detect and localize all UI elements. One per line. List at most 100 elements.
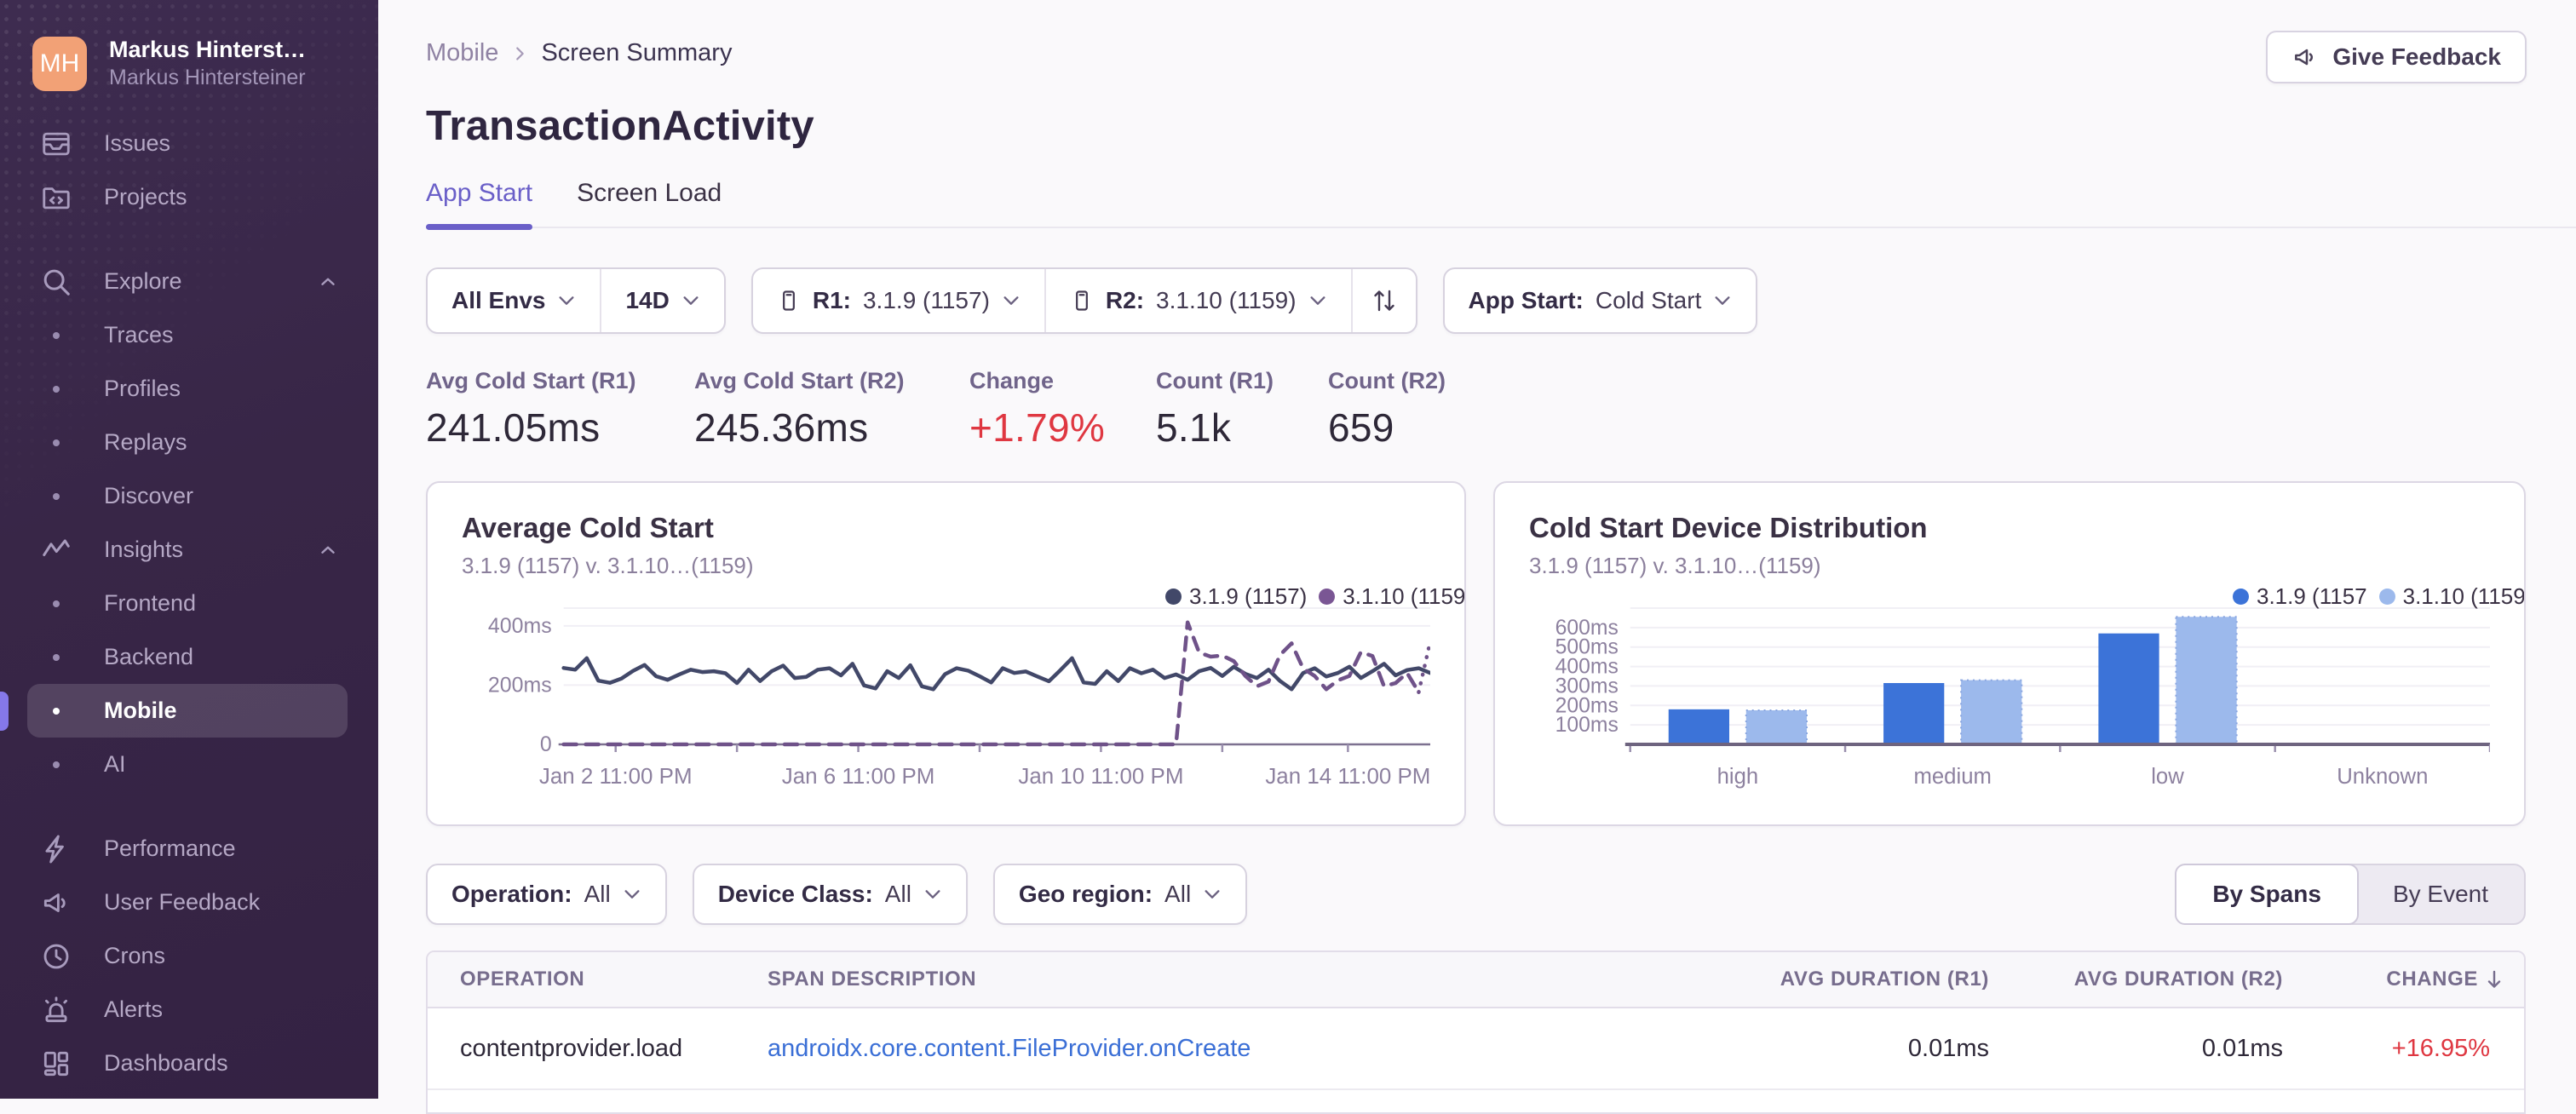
chevron-down-icon bbox=[1203, 888, 1222, 900]
sidebar-item-performance[interactable]: Performance bbox=[27, 822, 348, 876]
svg-text:0: 0 bbox=[540, 732, 552, 756]
cell-operation: contentprovider.load bbox=[460, 1034, 683, 1062]
sidebar-item-crons[interactable]: Crons bbox=[27, 929, 348, 983]
bar-chart[interactable]: 600ms500ms400ms300ms200ms100mshigh medium… bbox=[1529, 601, 2490, 814]
inbox-icon bbox=[39, 127, 73, 161]
legend-label: 3.1.10 (1159 bbox=[1343, 583, 1466, 609]
env-filter[interactable]: All Envs bbox=[428, 269, 600, 332]
col-change-label: CHANGE bbox=[2386, 968, 2478, 991]
operation-filter[interactable]: Operation: All bbox=[428, 865, 665, 923]
svg-text:medium: medium bbox=[1913, 765, 1991, 789]
user-menu[interactable]: MH Markus Hinterst… Markus Hintersteiner bbox=[0, 0, 378, 117]
svg-text:200ms: 200ms bbox=[488, 673, 552, 697]
sidebar-item-mobile[interactable]: Mobile bbox=[27, 684, 348, 738]
svg-text:Unknown: Unknown bbox=[2337, 765, 2428, 789]
sidebar-item-discover[interactable]: Discover bbox=[27, 469, 348, 523]
sidebar-item-label: Mobile bbox=[104, 698, 177, 723]
sidebar-item-issues[interactable]: Issues bbox=[27, 117, 348, 170]
tab-app-start[interactable]: App Start bbox=[426, 179, 533, 230]
toggle-by-event[interactable]: By Event bbox=[2357, 865, 2524, 923]
swap-arrows-icon bbox=[1373, 290, 1394, 312]
sidebar-item-label: Explore bbox=[104, 268, 182, 294]
chart-subtitle: 3.1.9 (1157) v. 3.1.10…(1159) bbox=[462, 553, 754, 578]
app-start-type-filter[interactable]: App Start: Cold Start bbox=[1445, 269, 1757, 332]
device-class-filter[interactable]: Device Class: All bbox=[694, 865, 966, 923]
table-row: contentprovider.load androidx.core.conten… bbox=[428, 1008, 2524, 1088]
metric-value: 241.05ms bbox=[426, 405, 601, 450]
sidebar-item-label: User Feedback bbox=[104, 889, 261, 915]
bullet-icon bbox=[39, 439, 73, 446]
swap-releases-button[interactable] bbox=[1350, 269, 1416, 332]
line-chart[interactable]: 400ms 200ms 0 Jan 2 11:00 PM Jan 6 11:00 PM J… bbox=[462, 601, 1430, 814]
sidebar-item-frontend[interactable]: Frontend bbox=[27, 577, 348, 630]
table-row-partial bbox=[428, 1088, 2524, 1112]
sidebar-item-dashboards[interactable]: Dashboards bbox=[27, 1036, 348, 1090]
main-content: Mobile Screen Summary Give Feedback Tran… bbox=[378, 0, 2576, 1114]
col-avg-duration-r1[interactable]: AVG DURATION (R1) bbox=[1742, 968, 2023, 991]
tab-screen-load[interactable]: Screen Load bbox=[577, 179, 722, 227]
col-span-description[interactable]: SPAN DESCRIPTION bbox=[735, 968, 1742, 991]
col-change[interactable]: CHANGE bbox=[2317, 968, 2524, 991]
sidebar-item-label: Alerts bbox=[104, 996, 164, 1022]
lightning-icon bbox=[39, 832, 73, 866]
legend-item[interactable]: 3.1.9 (1157 bbox=[2233, 583, 2367, 610]
metric-change: Change +1.79% bbox=[969, 368, 1156, 451]
bullet-icon bbox=[39, 493, 73, 500]
geo-region-filter[interactable]: Geo region: All bbox=[995, 865, 1245, 923]
metric-count-r2-: Count (R2) 659 bbox=[1328, 368, 1446, 451]
table-header: OPERATION SPAN DESCRIPTION AVG DURATION … bbox=[428, 952, 2524, 1008]
legend-label: 3.1.10 (1159 bbox=[2402, 583, 2526, 609]
release1-filter[interactable]: R1: 3.1.9 (1157) bbox=[753, 269, 1044, 332]
chevron-up-icon bbox=[317, 271, 339, 293]
geo-region-filter-value: All bbox=[1164, 881, 1192, 907]
sidebar-item-releases[interactable]: Releases bbox=[27, 1090, 348, 1099]
svg-text:Jan 2 11:00 PM: Jan 2 11:00 PM bbox=[539, 763, 693, 789]
sidebar-item-label: Traces bbox=[104, 322, 174, 347]
chevron-down-icon bbox=[623, 888, 641, 900]
metric-avg-cold-start-r1-: Avg Cold Start (R1) 241.05ms bbox=[426, 368, 694, 451]
sidebar-item-profiles[interactable]: Profiles bbox=[27, 362, 348, 416]
legend-label: 3.1.9 (1157) bbox=[1189, 583, 1308, 609]
chevron-down-icon bbox=[681, 295, 700, 307]
tab-bar: App Start Screen Load bbox=[426, 179, 2576, 230]
chevron-down-icon bbox=[1002, 295, 1021, 307]
release2-value: 3.1.10 (1159) bbox=[1156, 287, 1297, 313]
megaphone-icon bbox=[39, 886, 73, 920]
sidebar-item-traces[interactable]: Traces bbox=[27, 308, 348, 362]
sidebar-item-user-feedback[interactable]: User Feedback bbox=[27, 876, 348, 929]
col-avg-duration-r2[interactable]: AVG DURATION (R2) bbox=[2023, 968, 2317, 991]
folder-code-icon bbox=[39, 181, 73, 215]
sidebar-item-projects[interactable]: Projects bbox=[27, 170, 348, 224]
cell-avg-duration-r1: 0.01ms bbox=[1907, 1034, 1989, 1062]
sidebar-item-insights[interactable]: Insights bbox=[27, 523, 348, 577]
sidebar-item-label: Dashboards bbox=[104, 1050, 228, 1076]
device-class-filter-label: Device Class: bbox=[717, 881, 873, 907]
sidebar-item-ai[interactable]: AI bbox=[27, 738, 348, 791]
legend-item[interactable]: 3.1.9 (1157) bbox=[1165, 583, 1307, 610]
filter-bar-bottom: Operation: All Device Class: All Geo reg… bbox=[426, 864, 2526, 925]
svg-text:Jan 10 11:00 PM: Jan 10 11:00 PM bbox=[1018, 763, 1183, 789]
date-range-filter[interactable]: 14D bbox=[600, 269, 723, 332]
breadcrumb-mobile[interactable]: Mobile bbox=[426, 39, 498, 67]
cell-span-description[interactable]: androidx.core.content.FileProvider.onCre… bbox=[735, 1035, 1742, 1063]
legend-item[interactable]: 3.1.10 (1159 bbox=[1319, 583, 1466, 610]
legend-dot-icon bbox=[2378, 589, 2395, 605]
sidebar-item-label: Replays bbox=[104, 429, 187, 455]
bullet-icon bbox=[39, 386, 73, 393]
breadcrumb: Mobile Screen Summary bbox=[426, 31, 732, 67]
bullet-icon bbox=[39, 332, 73, 339]
sidebar-item-backend[interactable]: Backend bbox=[27, 630, 348, 684]
sidebar-item-replays[interactable]: Replays bbox=[27, 416, 348, 469]
sidebar-item-explore[interactable]: Explore bbox=[27, 255, 348, 308]
legend-item[interactable]: 3.1.10 (1159 bbox=[2378, 583, 2526, 610]
chevron-down-icon bbox=[1713, 295, 1732, 307]
metric-value: 659 bbox=[1328, 405, 1394, 450]
toggle-by-spans[interactable]: By Spans bbox=[2175, 864, 2359, 925]
date-range-label: 14D bbox=[625, 287, 670, 313]
release2-filter[interactable]: R2: 3.1.10 (1159) bbox=[1044, 269, 1351, 332]
col-operation[interactable]: OPERATION bbox=[428, 968, 735, 991]
give-feedback-button[interactable]: Give Feedback bbox=[2266, 31, 2527, 83]
avg-cold-start-chart-card: Average Cold Start 3.1.9 (1157) v. 3.1.1… bbox=[426, 481, 1466, 826]
spans-table: OPERATION SPAN DESCRIPTION AVG DURATION … bbox=[426, 950, 2526, 1114]
sidebar-item-alerts[interactable]: Alerts bbox=[27, 983, 348, 1036]
